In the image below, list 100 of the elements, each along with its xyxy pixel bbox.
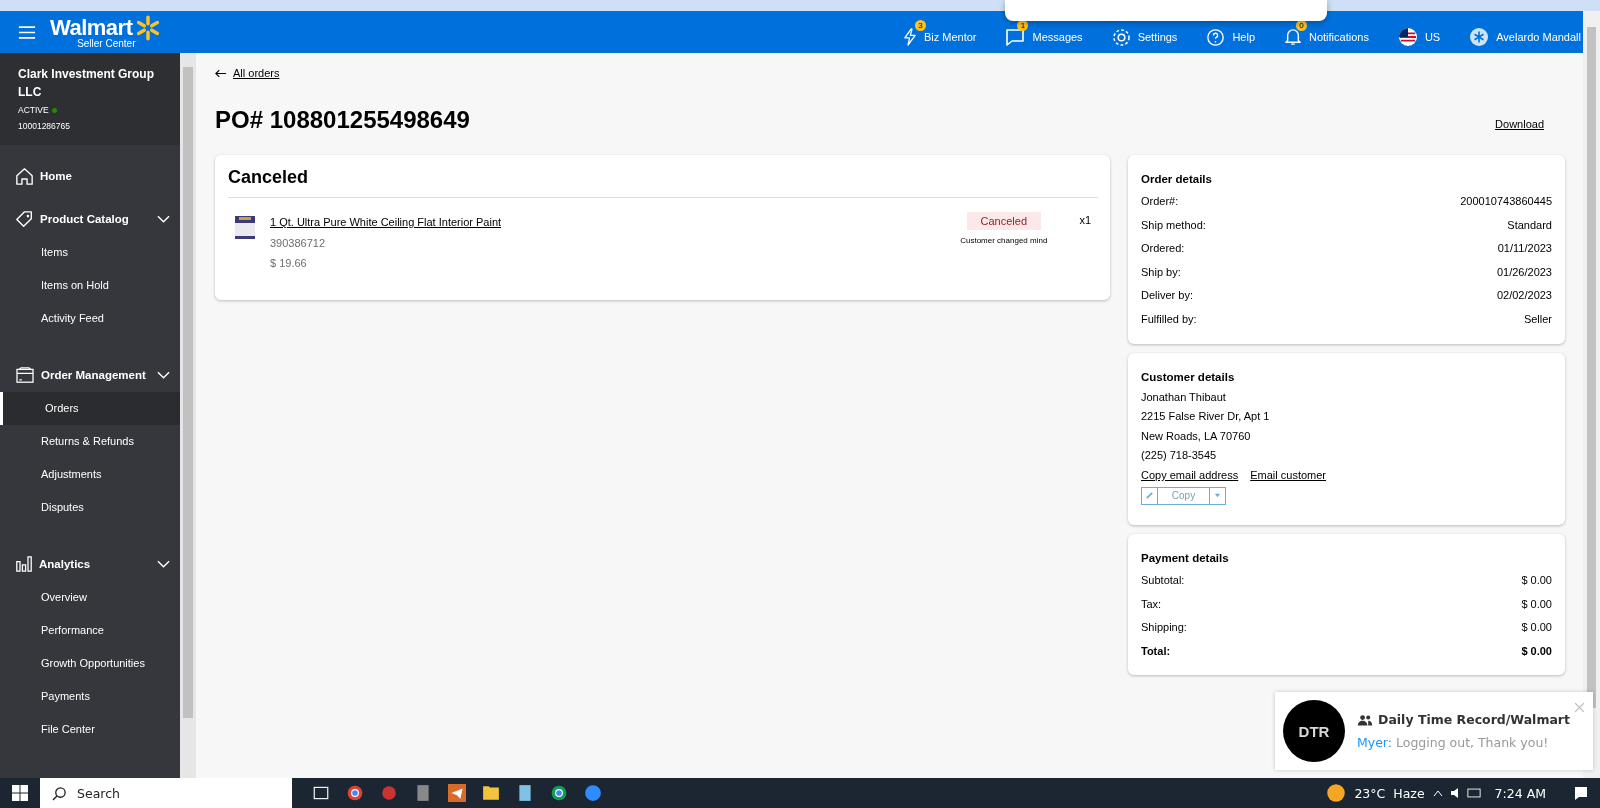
detail-label: Ship by: (1141, 264, 1181, 280)
notification-icon[interactable] (1574, 785, 1588, 801)
sidebar-item[interactable]: Adjustments (0, 458, 180, 491)
taskbar-search[interactable]: Search (40, 778, 292, 808)
payment-label: Shipping: (1141, 620, 1187, 636)
download-link[interactable]: Download (1495, 118, 1544, 130)
chevron-icon (157, 560, 170, 568)
spark-icon (135, 15, 162, 41)
nav-item[interactable]: Settings (1112, 16, 1178, 48)
scrollbar[interactable] (180, 53, 196, 778)
speaker-icon[interactable] (1450, 788, 1459, 798)
sidebar-item[interactable]: Payments (0, 680, 180, 713)
temperature: 23°C (1354, 785, 1386, 801)
detail-value: 200010743860445 (1460, 194, 1552, 209)
sidebar-section[interactable]: Product Catalog (0, 202, 180, 236)
bolt-icon (903, 28, 916, 46)
clock[interactable]: 7:24 AM (1494, 785, 1546, 801)
notification-badge: 3 (914, 20, 926, 31)
nav-item[interactable]: 1 Messages (1006, 16, 1083, 48)
group-icon (1357, 713, 1373, 726)
detail-label: Order#: (1141, 194, 1179, 209)
cancel-reason: Customer changed mind (960, 236, 1048, 245)
sidebar-item[interactable]: Orders (0, 392, 180, 425)
detail-label: Fulfilled by: (1141, 311, 1197, 327)
sidebar-item[interactable]: Activity Feed (0, 302, 180, 335)
payment-value: $ 0.00 (1521, 572, 1552, 588)
sidebar-item[interactable]: Overview (0, 581, 180, 614)
product-link[interactable]: 1 Qt. Ultra Pure White Ceiling Flat Interior Paint (270, 212, 502, 233)
product-price: $ 19.66 (270, 256, 308, 271)
payment-label: Total: (1141, 643, 1171, 659)
browser-icon[interactable] (550, 784, 568, 802)
customer-link[interactable]: Email customer (1250, 465, 1326, 485)
chat-title: Daily Time Record/Walmart (1378, 712, 1570, 727)
page-title: PO# 108801255498649 (215, 106, 470, 134)
detail-value: Seller (1523, 311, 1552, 327)
payment-label: Subtotal: (1141, 572, 1185, 588)
account-number: 10001286765 (18, 121, 71, 131)
status-dot (51, 107, 57, 113)
customer-link[interactable]: Copy email address (1141, 465, 1239, 485)
bell-icon (1285, 29, 1301, 45)
sidebar-item[interactable]: Growth Opportunities (0, 647, 180, 680)
task-view-icon[interactable] (312, 784, 330, 802)
payment-value: $ 0.00 (1521, 643, 1552, 659)
sidebar-section[interactable]: Order Management (0, 358, 180, 392)
account-status: ACTIVE (18, 105, 49, 115)
sidebar-item[interactable]: Disputes (0, 491, 180, 524)
chevron-icon (157, 215, 170, 223)
chat-icon (1006, 28, 1025, 46)
sidebar-item[interactable]: File Center (0, 713, 180, 746)
help-icon (1207, 28, 1225, 46)
status-heading: Canceled (228, 167, 1098, 198)
chevron-icon (157, 371, 170, 379)
detail-value: 01/11/2023 (1497, 241, 1552, 257)
settings-icon (1112, 28, 1130, 46)
product-sku: 390386712 (270, 235, 327, 251)
browser-icon[interactable] (346, 784, 364, 802)
nav-item[interactable]: 3 Biz Mentor (903, 16, 977, 48)
windows-icon[interactable] (12, 785, 28, 801)
paint-can-icon (234, 214, 256, 240)
detail-label: Ship method: (1141, 217, 1206, 233)
weather-icon (1326, 783, 1347, 803)
detail-value: 02/02/2023 (1496, 288, 1552, 304)
nav-item[interactable]: Help (1207, 16, 1255, 48)
card-title: Payment details (1141, 551, 1230, 564)
nav-item[interactable]: Avelardo Mandall (1470, 16, 1581, 48)
folder-icon[interactable] (482, 784, 500, 802)
package-icon (16, 367, 34, 383)
detail-value: 01/26/2023 (1496, 264, 1552, 280)
chat-message: Logging out, Thank you! (1396, 735, 1549, 750)
sidebar-item[interactable]: Items (0, 236, 180, 269)
quantity: x1 (1079, 214, 1091, 228)
nav-item[interactable]: US (1398, 16, 1441, 48)
app-icon[interactable] (380, 784, 398, 802)
sidebar-section[interactable]: Analytics (0, 547, 180, 581)
sidebar-section[interactable]: Home (0, 159, 180, 193)
customer-info: New Roads, LA 70760 (1141, 428, 1252, 444)
payment-value: $ 0.00 (1521, 620, 1552, 636)
tag-icon (16, 210, 33, 228)
scrollbar[interactable] (1583, 11, 1600, 778)
menu-icon[interactable] (18, 24, 36, 40)
sidebar-item[interactable]: Returns & Refunds (0, 425, 180, 458)
back-arrow-icon (215, 68, 227, 78)
search-icon (52, 785, 67, 801)
pencil-icon (1145, 490, 1154, 500)
sidebar-item[interactable]: Items on Hold (0, 269, 180, 302)
weather-text: Haze (1393, 785, 1425, 801)
card-title: Order details (1141, 173, 1213, 185)
payment-label: Tax: (1141, 596, 1162, 612)
avatar-icon (1470, 28, 1489, 46)
customer-info: (225) 718-3545 (1141, 448, 1218, 464)
detail-label: Deliver by: (1141, 288, 1193, 304)
detail-label: Ordered: (1141, 241, 1185, 257)
customer-info: 2215 False River Dr, Apt 1 (1141, 409, 1271, 425)
back-link[interactable]: All orders (233, 67, 280, 79)
home-icon (16, 167, 33, 185)
sidebar-item[interactable]: Performance (0, 614, 180, 647)
chevron-icon[interactable] (1432, 789, 1443, 797)
payment-value: $ 0.00 (1521, 596, 1552, 612)
walmart-logo[interactable]: Walmart Seller Center (50, 15, 162, 49)
flag-icon (1398, 28, 1417, 46)
